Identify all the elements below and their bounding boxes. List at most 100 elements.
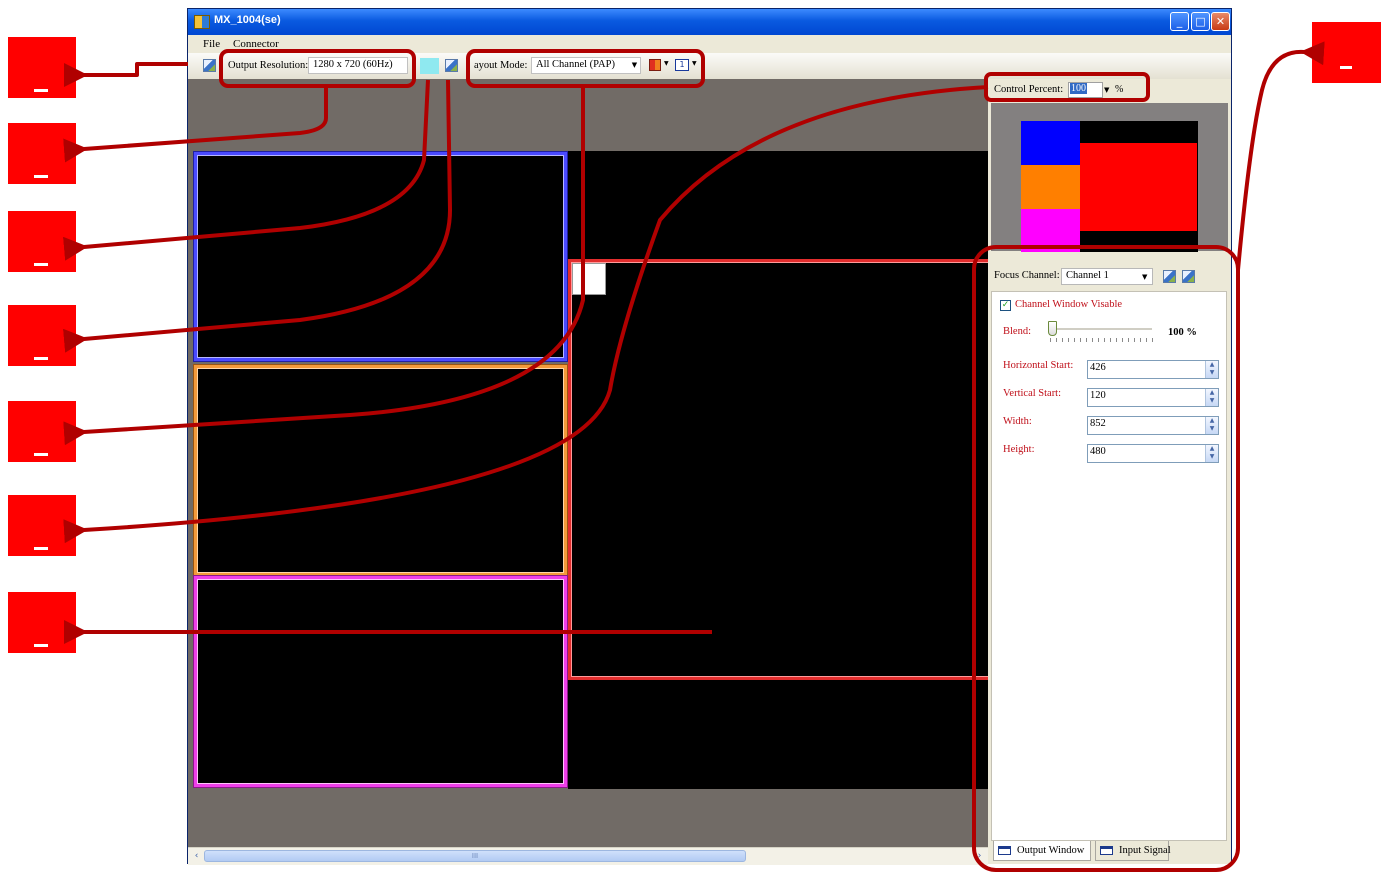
background-color-swatch[interactable] [420,58,439,74]
control-percent-label: Control Percent: [994,84,1064,95]
connect-icon[interactable] [203,59,216,72]
close-button[interactable]: ✕ [1211,12,1230,31]
minimize-button[interactable]: _ [1170,12,1189,31]
menu-connector[interactable]: Connector [233,38,279,50]
blend-slider-thumb[interactable] [1048,321,1057,336]
chevron-down-icon[interactable]: ▼ [1142,269,1147,285]
app-icon [194,15,210,29]
width-value: 852 [1090,418,1106,429]
callout-mark [34,175,48,178]
tab-input-signal[interactable]: Input Signal [1095,841,1171,861]
load-image-icon[interactable] [1182,270,1195,283]
callout-mark [34,357,48,360]
channel-window-visible-label: Channel Window Visable [1015,299,1123,310]
channel-window-visible-checkbox[interactable]: ✓ [1000,300,1011,311]
toolbar: Output Resolution: 1280 x 720 (60Hz) ayo… [188,53,1231,80]
tab-output-window[interactable]: Output Window [993,841,1091,861]
chevron-down-icon[interactable]: ▼ [692,60,697,67]
focus-channel-row: Focus Channel: Channel 1 ▼ [988,265,1231,289]
callout-box [8,401,76,462]
preview-channel-2 [1021,165,1080,209]
height-field[interactable]: 480 ▲ ▼ [1087,444,1219,463]
horizontal-start-value: 426 [1090,362,1106,373]
chevron-down-icon[interactable]: ▼ [664,60,669,67]
blend-value: 100 % [1168,327,1197,338]
channel-3-window[interactable] [194,576,567,787]
tab-input-signal-label: Input Signal [1119,845,1171,856]
callout-box [8,37,76,98]
panel-tabs: Output Window Input Signal [991,841,1227,863]
app-window: MX_1004(se) _ □ ✕ File Connector Output … [187,8,1232,865]
horizontal-start-field[interactable]: 426 ▲ ▼ [1087,360,1219,379]
output-resolution-label: Output Resolution: [228,60,309,71]
arrow-to-toolbar-icon [64,62,188,87]
image-icon[interactable] [445,59,458,72]
height-label: Height: [1003,444,1035,455]
callout-box [8,495,76,556]
chevron-down-icon[interactable]: ▼ [629,57,640,74]
preview-output [1021,121,1198,252]
callout-mark [34,644,48,647]
focus-window-handle[interactable] [572,263,606,295]
layout-preview [991,103,1228,252]
control-percent-unit: % [1115,84,1124,95]
properties-panel: Control Percent: 100 ▼ % Focus Channel: … [988,79,1231,864]
callout-mark [1340,66,1352,69]
focus-channel-window[interactable] [568,259,988,680]
preview-channel-3 [1021,209,1080,252]
callout-mark [34,263,48,266]
callout-box [8,592,76,653]
blend-label: Blend: [1003,326,1031,337]
spinner-icon[interactable]: ▲ ▼ [1205,389,1218,406]
control-percent-value: 100 [1070,83,1087,94]
horizontal-scrollbar[interactable]: ‹ III › [188,847,988,865]
height-value: 480 [1090,446,1106,457]
callout-box [8,305,76,366]
spinner-icon[interactable]: ▲ ▼ [1205,417,1218,434]
focus-channel-combo[interactable]: Channel 1 [1061,268,1153,285]
scroll-right-icon[interactable]: › [973,850,986,862]
output-resolution-combo[interactable]: 1280 x 720 (60Hz) [308,57,408,74]
window-icon [1100,846,1113,856]
channel-2-window[interactable] [194,365,567,576]
callout-mark [34,547,48,550]
scroll-thumb[interactable]: III [204,850,746,862]
menu-bar: File Connector [188,35,1231,53]
control-percent-bar: Control Percent: 100 ▼ % [988,79,1231,101]
title-bar[interactable]: MX_1004(se) _ □ ✕ [188,9,1231,35]
maximize-button[interactable]: □ [1191,12,1210,31]
tab-output-window-label: Output Window [1017,845,1085,856]
callout-mark [34,89,48,92]
layout-mode-combo[interactable]: All Channel (PAP) [531,57,641,74]
preview-focus-channel [1080,143,1197,231]
layout-canvas[interactable] [188,79,988,847]
layout-grid-icon[interactable] [649,59,661,71]
layout-mode-label: ayout Mode: [474,60,528,71]
spinner-icon[interactable]: ▲ ▼ [1205,445,1218,462]
window-icon [998,846,1011,856]
vertical-start-field[interactable]: 120 ▲ ▼ [1087,388,1219,407]
arrow-to-right-callout [1236,41,1325,271]
channel-1-window[interactable] [194,152,567,361]
chevron-down-icon[interactable]: ▼ [1104,82,1109,98]
vertical-start-label: Vertical Start: [1003,388,1062,399]
callout-box [8,123,76,184]
menu-file[interactable]: File [203,38,220,50]
channel-properties: ✓ Channel Window Visable Blend: 100 % Ho… [991,291,1227,841]
blend-slider-ticks [1050,338,1154,342]
control-percent-input[interactable]: 100 [1068,82,1103,98]
callout-mark [34,453,48,456]
window-title: MX_1004(se) [214,14,281,26]
width-field[interactable]: 852 ▲ ▼ [1087,416,1219,435]
single-window-icon[interactable]: 1 [675,59,689,71]
horizontal-start-label: Horizontal Start: [1003,360,1074,371]
focus-channel-label: Focus Channel: [994,270,1060,281]
preview-channel-1 [1021,121,1080,165]
scroll-left-icon[interactable]: ‹ [190,850,203,862]
blend-slider-track[interactable] [1052,328,1152,331]
callout-box [8,211,76,272]
vertical-start-value: 120 [1090,390,1106,401]
save-image-icon[interactable] [1163,270,1176,283]
spinner-icon[interactable]: ▲ ▼ [1205,361,1218,378]
width-label: Width: [1003,416,1032,427]
